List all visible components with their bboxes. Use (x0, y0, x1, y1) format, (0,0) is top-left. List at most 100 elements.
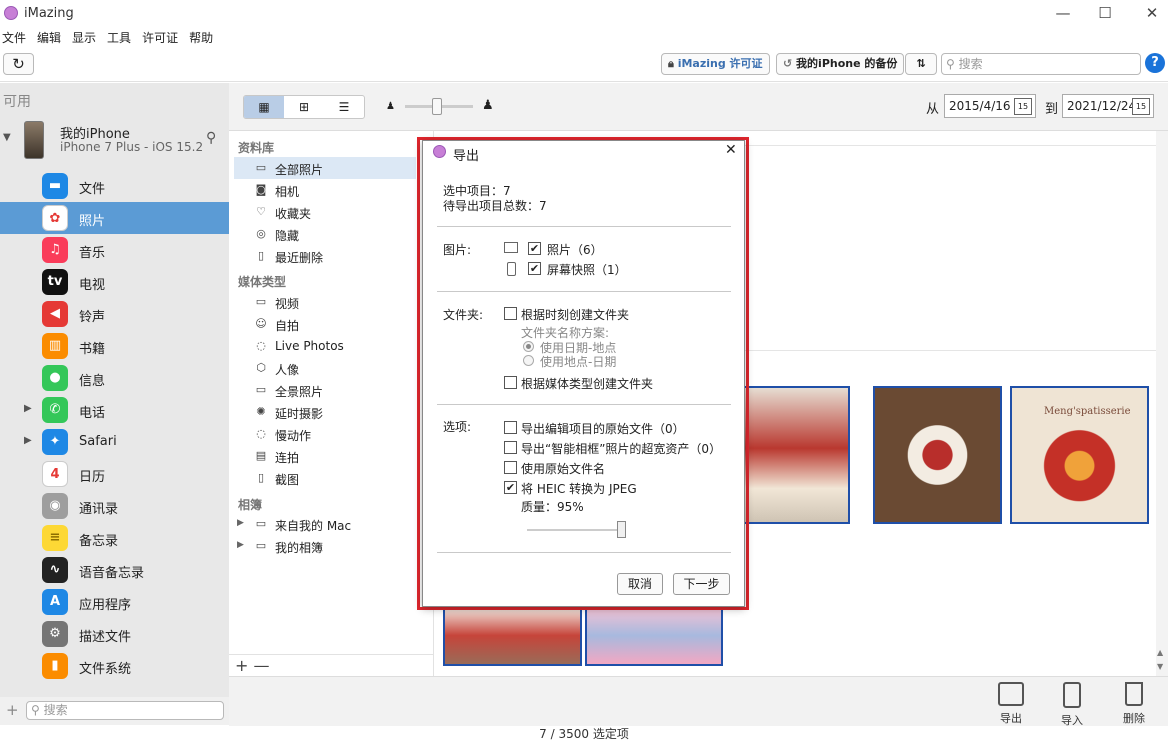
photo-thumbnail[interactable] (873, 386, 1002, 524)
sidebar-item[interactable]: ✿ 照片 (0, 202, 229, 234)
sidebar-item[interactable]: ▬ 文件 (0, 170, 229, 202)
export-originals-checkbox[interactable] (504, 421, 517, 434)
transfer-button[interactable]: ⇅ (905, 53, 937, 75)
library-item[interactable]: ◙ 相机 (234, 179, 416, 201)
library-item[interactable]: ▭ 全景照片 (234, 379, 416, 401)
library-item[interactable]: ◌ Live Photos (234, 335, 416, 357)
photo-thumbnail[interactable] (443, 605, 582, 666)
license-button[interactable]: 🔒︎ iMazing 许可证 (661, 53, 770, 75)
sidebar-item[interactable]: ● 信息 (0, 362, 229, 394)
sidebar-item[interactable]: ▶ ✆ 电话 (0, 394, 229, 426)
divider (437, 552, 731, 553)
library-item-icon: ▭ (255, 539, 267, 552)
sidebar-item[interactable]: ▮ 文件系统 (0, 650, 229, 682)
thumbnail-size-knob[interactable] (432, 98, 442, 115)
sidebar-item[interactable]: ∿ 语音备忘录 (0, 554, 229, 586)
menu-file[interactable]: 文件 (2, 28, 26, 48)
from-date-input[interactable]: 2015/4/16 15 (944, 94, 1036, 118)
album-add-remove[interactable]: + — (235, 656, 270, 675)
sidebar-item[interactable]: ≡ 备忘录 (0, 522, 229, 554)
photo-thumbnail[interactable] (743, 386, 850, 524)
calendar-icon[interactable]: 15 (1014, 98, 1032, 115)
library-item[interactable]: ▭ 视频 (234, 291, 416, 313)
export-action-button[interactable]: 导出 (991, 682, 1031, 726)
sidebar-item[interactable]: ⚙ 描述文件 (0, 618, 229, 650)
grid-small-icon[interactable]: ⊞ (284, 96, 324, 118)
menu-tools[interactable]: 工具 (107, 28, 131, 48)
original-names-checkbox[interactable] (504, 461, 517, 474)
library-item[interactable]: ▶ ▭ 来自我的 Mac (234, 513, 416, 535)
expand-arrow-icon[interactable]: ▶ (237, 540, 244, 550)
refresh-icon: ↻ (12, 55, 25, 73)
search-input[interactable]: ⚲ 搜索 (941, 53, 1141, 75)
library-item[interactable]: ◌ 慢动作 (234, 423, 416, 445)
import-action-button[interactable]: 导入 (1052, 682, 1092, 728)
help-button[interactable]: ? (1145, 53, 1165, 73)
sidebar-item[interactable]: ◀ 铃声 (0, 298, 229, 330)
add-device-button[interactable]: + (6, 701, 19, 719)
sidebar-item[interactable]: ▥ 书籍 (0, 330, 229, 362)
photo-thumbnail[interactable]: Meng'spatisserie (1010, 386, 1149, 524)
maximize-button[interactable]: ☐ (1093, 4, 1117, 24)
place-date-radio[interactable] (523, 355, 534, 366)
library-item[interactable]: ▶ ▭ 我的相簿 (234, 535, 416, 557)
library-item[interactable]: ▯ 最近删除 (234, 245, 416, 267)
scroll-down-icon[interactable]: ▼ (1157, 662, 1163, 671)
library-item-label: 收藏夹 (275, 207, 312, 221)
expand-arrow-icon[interactable]: ▶ (24, 403, 32, 414)
delete-action-button[interactable]: 删除 (1114, 682, 1154, 726)
library-item[interactable]: ▯ 截图 (234, 467, 416, 489)
sidebar-item-label: 描述文件 (79, 630, 132, 645)
library-item[interactable]: ▤ 连拍 (234, 445, 416, 467)
heic-jpeg-label: 将 HEIC 转换为 JPEG (521, 482, 637, 496)
media-folder-checkbox[interactable] (504, 376, 517, 389)
expand-arrow-icon[interactable]: ▶ (24, 435, 32, 446)
quality-slider[interactable] (527, 529, 623, 531)
library-item[interactable]: ▭ 全部照片 (234, 157, 416, 179)
photo-thumbnail[interactable] (585, 605, 723, 666)
device-expand-icon[interactable]: ▼ (3, 132, 11, 143)
pictures-label: 图片: (443, 243, 472, 257)
close-window-button[interactable]: ✕ (1140, 4, 1164, 24)
sidebar-item[interactable]: ♫ 音乐 (0, 234, 229, 266)
next-button[interactable]: 下一步 (673, 573, 730, 595)
photos-checkbox[interactable]: ✔ (528, 242, 541, 255)
scroll-up-icon[interactable]: ▲ (1157, 648, 1163, 657)
calendar-icon[interactable]: 15 (1132, 98, 1150, 115)
refresh-button[interactable]: ↻ (3, 53, 34, 75)
expand-arrow-icon[interactable]: ▶ (237, 518, 244, 528)
sidebar-search-input[interactable]: ⚲ 搜索 (26, 701, 224, 720)
date-place-radio[interactable] (523, 341, 534, 352)
quality-slider-knob[interactable] (617, 521, 626, 538)
library-item[interactable]: ♡ 收藏夹 (234, 201, 416, 223)
export-smart-checkbox[interactable] (504, 441, 517, 454)
screenshots-checkbox[interactable]: ✔ (528, 262, 541, 275)
grid-large-icon[interactable]: ▦ (244, 96, 284, 118)
sidebar-item[interactable]: tv 电视 (0, 266, 229, 298)
minimize-button[interactable]: — (1051, 4, 1075, 24)
cancel-button[interactable]: 取消 (617, 573, 663, 595)
sidebar-item[interactable]: ▶ ✦ Safari (0, 426, 229, 458)
sidebar-item[interactable]: A 应用程序 (0, 586, 229, 618)
menu-help[interactable]: 帮助 (189, 28, 213, 48)
app-icon: A (42, 589, 68, 615)
menu-license[interactable]: 许可证 (142, 28, 178, 48)
grid-scrollbar[interactable] (1156, 131, 1168, 676)
library-item[interactable]: ✺ 延时摄影 (234, 401, 416, 423)
dialog-close-button[interactable]: ✕ (725, 142, 737, 158)
backup-button[interactable]: ↺ 我的iPhone 的备份 (776, 53, 905, 75)
to-date-input[interactable]: 2021/12/24 15 (1062, 94, 1154, 118)
sidebar-item[interactable]: 4 日历 (0, 458, 229, 490)
library-item[interactable]: ⬡ 人像 (234, 357, 416, 379)
menu-edit[interactable]: 编辑 (37, 28, 61, 48)
title-bar (0, 0, 1168, 28)
library-item[interactable]: ☺ 自拍 (234, 313, 416, 335)
library-item[interactable]: ◎ 隐藏 (234, 223, 416, 245)
list-view-icon[interactable]: ☰ (324, 96, 364, 118)
menu-view[interactable]: 显示 (72, 28, 96, 48)
moment-folder-checkbox[interactable] (504, 307, 517, 320)
sidebar-item[interactable]: ◉ 通讯录 (0, 490, 229, 522)
heic-jpeg-checkbox[interactable]: ✔ (504, 481, 517, 494)
app-icon: ◉ (42, 493, 68, 519)
thumb-small-icon: ♟ (386, 101, 395, 112)
